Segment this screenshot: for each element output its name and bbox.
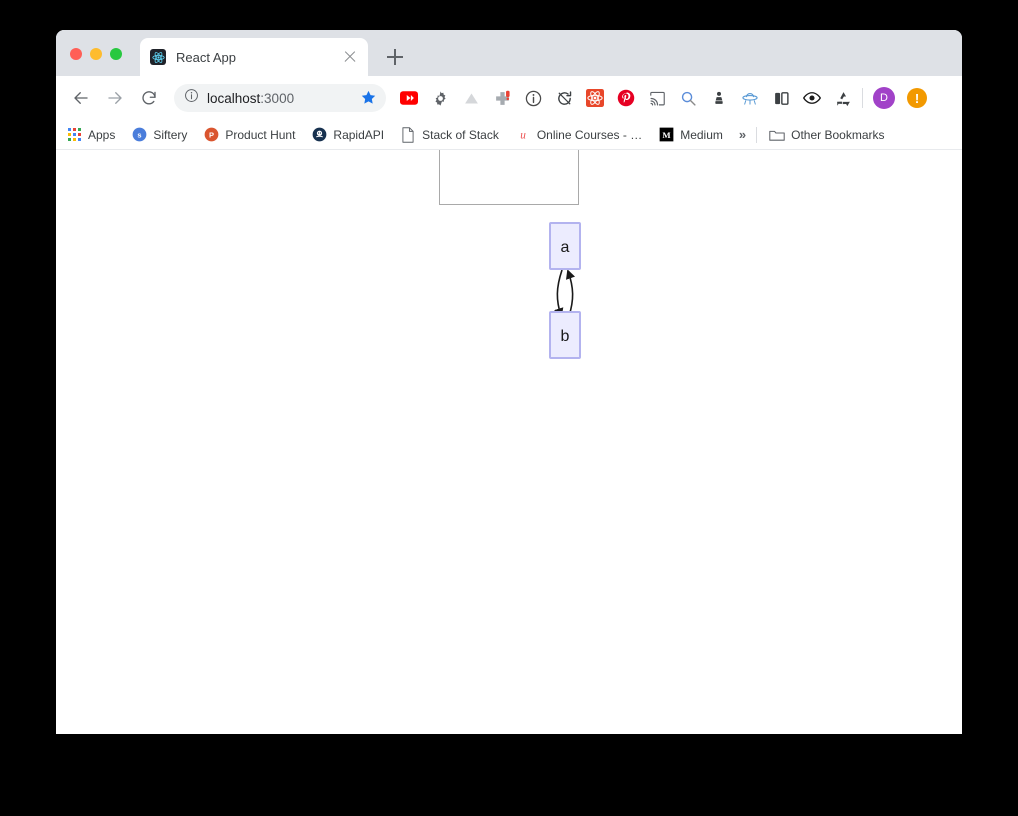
react-favicon-icon bbox=[150, 49, 166, 65]
cast-icon[interactable] bbox=[648, 89, 666, 107]
avatar[interactable]: D bbox=[873, 87, 895, 109]
tab-title: React App bbox=[176, 49, 236, 65]
page-viewport: a b bbox=[56, 150, 962, 734]
graph-node-a-label: a bbox=[561, 239, 570, 256]
bookmark-label: Medium bbox=[680, 127, 723, 142]
apps-grid-icon bbox=[66, 127, 82, 143]
toolbar-divider bbox=[862, 88, 863, 108]
page-icon bbox=[400, 126, 416, 143]
pinterest-extension-icon[interactable] bbox=[617, 89, 635, 107]
bookmarks-overflow-button[interactable]: » bbox=[739, 127, 746, 142]
bookmark-other-bookmarks[interactable]: Other Bookmarks bbox=[769, 127, 885, 143]
bookmark-label: Apps bbox=[88, 127, 116, 142]
bookmark-label: Stack of Stack bbox=[422, 127, 499, 142]
url-text: localhost:3000 bbox=[207, 91, 360, 106]
bookmark-siftery[interactable]: s Siftery bbox=[131, 127, 187, 143]
back-button[interactable] bbox=[66, 83, 96, 113]
search-extension-icon[interactable] bbox=[679, 89, 697, 107]
folder-icon bbox=[769, 127, 785, 143]
udemy-icon: u bbox=[515, 127, 531, 143]
minimize-window-button[interactable] bbox=[90, 48, 102, 60]
svg-text:u: u bbox=[520, 129, 526, 141]
postman-extension-icon[interactable] bbox=[710, 89, 728, 107]
graph-node-b[interactable]: b bbox=[549, 311, 581, 359]
browser-window: React App localhost:3000 D ! Apps s Sift… bbox=[56, 30, 962, 734]
browser-toolbar: localhost:3000 D ! bbox=[56, 76, 962, 120]
bookmark-label: RapidAPI bbox=[333, 127, 385, 142]
bookmark-medium[interactable]: M Medium bbox=[658, 127, 723, 143]
medium-icon: M bbox=[658, 127, 674, 143]
panel-extension-icon[interactable] bbox=[772, 89, 790, 107]
star-filled-icon[interactable] bbox=[360, 89, 378, 107]
close-window-button[interactable] bbox=[70, 48, 82, 60]
graph-node-a[interactable]: a bbox=[549, 222, 581, 270]
eye-extension-icon[interactable] bbox=[803, 89, 821, 107]
edge-a-to-b bbox=[554, 269, 564, 318]
new-tab-button[interactable] bbox=[382, 44, 408, 70]
close-icon[interactable] bbox=[342, 49, 358, 65]
react-devtools-icon[interactable] bbox=[586, 89, 604, 107]
forward-button[interactable] bbox=[100, 83, 130, 113]
url-port: :3000 bbox=[260, 90, 295, 106]
bookmark-rapidapi[interactable]: RapidAPI bbox=[311, 127, 384, 143]
svg-text:P: P bbox=[209, 130, 214, 139]
bookmarks-divider bbox=[756, 126, 758, 143]
info-extension-icon[interactable] bbox=[524, 89, 542, 107]
url-host: localhost bbox=[207, 90, 261, 106]
graph-node-b-label: b bbox=[561, 328, 570, 345]
rapidapi-icon bbox=[311, 127, 327, 143]
bookmark-product-hunt[interactable]: P Product Hunt bbox=[203, 127, 295, 143]
svg-text:s: s bbox=[137, 130, 141, 139]
maximize-window-button[interactable] bbox=[110, 48, 122, 60]
bookmark-online-courses[interactable]: u Online Courses - … bbox=[515, 127, 642, 143]
tab-react-app[interactable]: React App bbox=[140, 38, 368, 76]
recycle-extension-icon[interactable] bbox=[834, 89, 852, 107]
graph-canvas: a b bbox=[549, 222, 581, 359]
refresh-extension-icon[interactable] bbox=[555, 89, 573, 107]
ufo-extension-icon[interactable] bbox=[741, 89, 759, 107]
info-icon[interactable] bbox=[184, 88, 199, 108]
bookmark-stack-of-stack[interactable]: Stack of Stack bbox=[400, 126, 499, 143]
bookmarks-bar: Apps s Siftery P Product Hunt RapidAPI S… bbox=[56, 120, 962, 150]
tab-strip: React App bbox=[56, 30, 962, 76]
bookmark-label: Product Hunt bbox=[225, 127, 296, 142]
svg-text:M: M bbox=[662, 130, 670, 140]
gear-extension-icon[interactable] bbox=[431, 89, 449, 107]
product-hunt-icon: P bbox=[203, 127, 219, 143]
reload-button[interactable] bbox=[134, 83, 164, 113]
bookmark-label: Online Courses - … bbox=[536, 127, 643, 142]
address-bar[interactable]: localhost:3000 bbox=[174, 84, 386, 112]
edge-b-to-a bbox=[566, 269, 576, 317]
bookmark-label: Other Bookmarks bbox=[791, 127, 885, 142]
save-extension-icon[interactable] bbox=[493, 89, 511, 107]
extension-icons bbox=[400, 89, 852, 107]
bookmark-apps[interactable]: Apps bbox=[66, 127, 115, 143]
siftery-icon: s bbox=[131, 127, 147, 143]
youtube-extension-icon[interactable] bbox=[400, 89, 418, 107]
drive-extension-icon[interactable] bbox=[462, 89, 480, 107]
bookmark-label: Siftery bbox=[153, 127, 188, 142]
update-badge[interactable]: ! bbox=[907, 88, 927, 108]
window-controls bbox=[70, 48, 122, 60]
